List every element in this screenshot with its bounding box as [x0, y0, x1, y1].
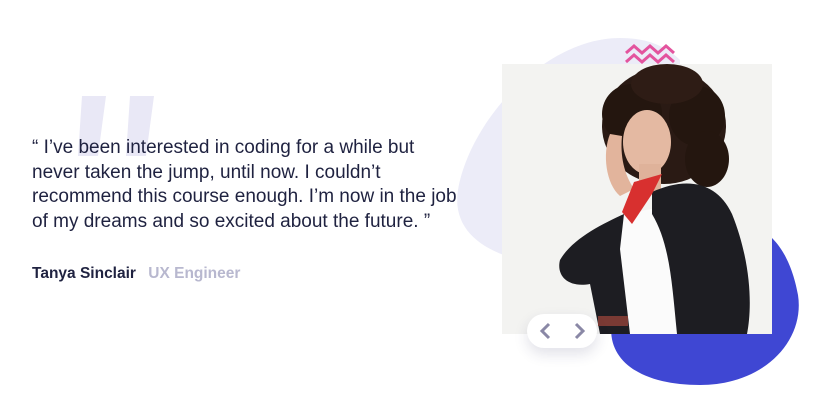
testimonial-author: Tanya Sinclair UX Engineer	[32, 265, 240, 283]
chevron-left-icon	[539, 322, 550, 340]
next-button[interactable]	[562, 314, 597, 348]
testimonial-quote: “ I’ve been interested in coding for a w…	[32, 137, 457, 232]
author-name: Tanya Sinclair	[32, 265, 136, 282]
testimonial-photo	[502, 64, 772, 334]
zigzag-pattern-icon	[625, 44, 675, 64]
author-role: UX Engineer	[148, 265, 241, 282]
portrait-illustration	[502, 64, 772, 334]
slider-navigation	[527, 314, 597, 348]
previous-button[interactable]	[527, 314, 562, 348]
chevron-right-icon	[574, 322, 585, 340]
